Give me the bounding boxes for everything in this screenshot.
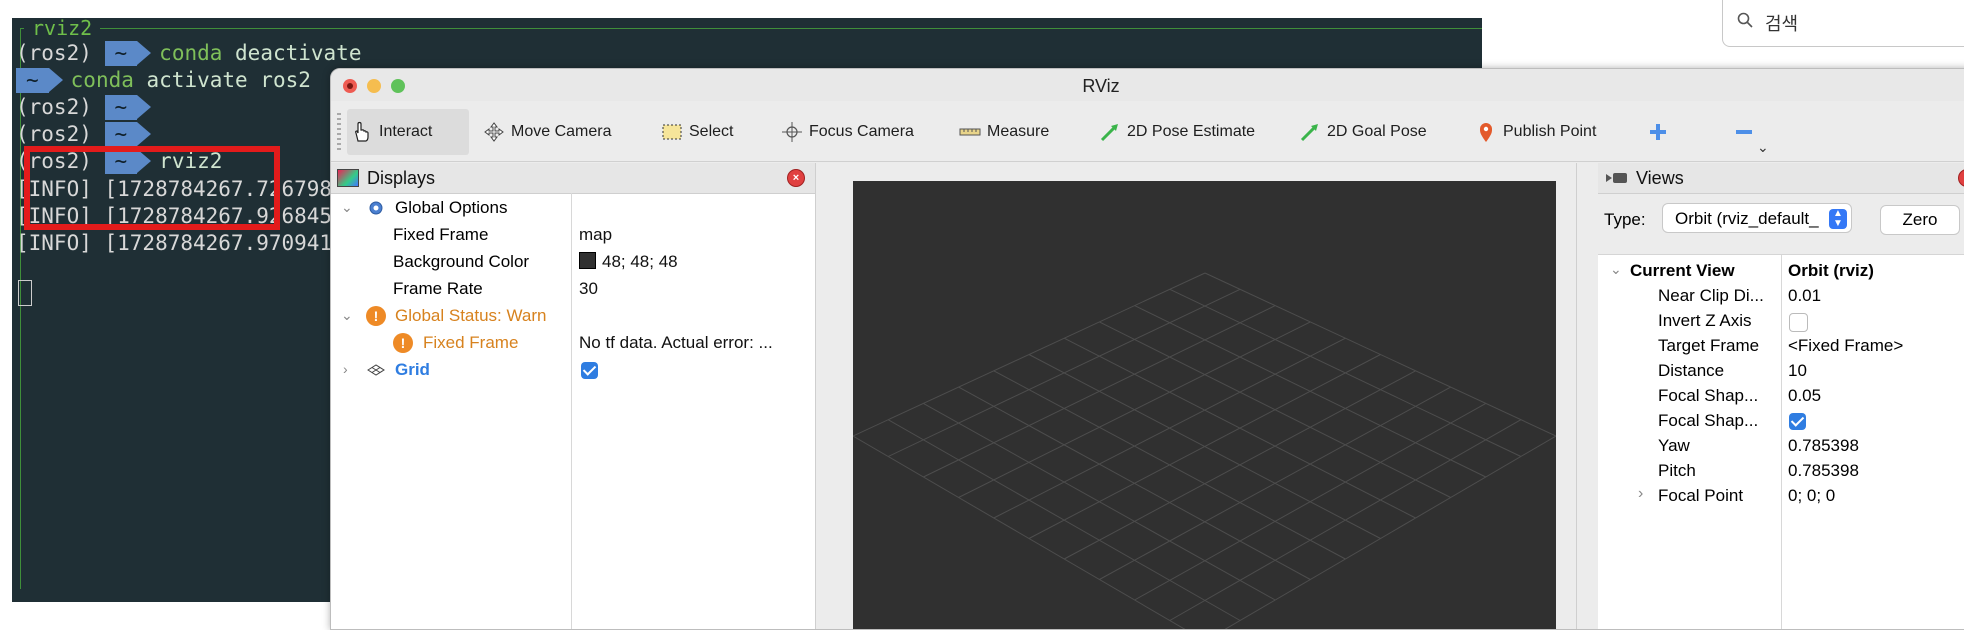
invert-z-checkbox[interactable] <box>1789 313 1808 332</box>
search-icon <box>1737 12 1753 28</box>
close-panel-button[interactable]: × <box>787 169 805 187</box>
focus-camera-icon <box>782 122 802 142</box>
views-panel-header: Views × <box>1598 163 1964 194</box>
plus-icon <box>1650 124 1666 140</box>
hand-pointer-icon <box>355 121 369 142</box>
search-input[interactable]: 검색 <box>1722 0 1964 47</box>
focal-shape-fixed-checkbox[interactable] <box>1789 413 1806 430</box>
displays-panel-header: Displays × <box>331 163 815 194</box>
view-row-property[interactable]: Pitch 0.785398 <box>1598 459 1964 483</box>
focus-camera-tool[interactable]: Focus Camera <box>781 109 914 155</box>
2d-goal-pose-tool[interactable]: 2D Goal Pose <box>1299 109 1427 155</box>
move-camera-icon <box>484 122 504 142</box>
terminal-cursor <box>18 280 32 306</box>
warning-icon: ! <box>366 306 386 326</box>
toolbar: Interact Move Camera Select Focus Camera… <box>331 101 1964 162</box>
warning-icon: ! <box>393 333 413 353</box>
panel-splitter[interactable] <box>1576 163 1599 629</box>
grid-enabled-checkbox[interactable] <box>581 362 598 379</box>
view-row-property[interactable]: Invert Z Axis <box>1598 309 1964 333</box>
rviz-window[interactable]: RViz Interact Move Camera Select Focus C… <box>330 68 1964 630</box>
tree-row-grid[interactable]: › Grid <box>331 357 815 384</box>
tree-row-global-options[interactable]: ⌄ Global Options <box>331 195 815 222</box>
title-bar[interactable]: RViz <box>331 69 1964 101</box>
terminal-line: (ros2) ~ <box>16 94 159 121</box>
tree-row-status-fixed-frame[interactable]: ! Fixed Frame No tf data. Actual error: … <box>331 330 815 357</box>
monitor-icon <box>337 169 359 187</box>
view-type-select[interactable]: Orbit (rviz_default_ ▲ ▼ <box>1662 203 1852 233</box>
close-panel-button[interactable]: × <box>1958 169 1964 187</box>
tree-row-frame-rate[interactable]: Frame Rate 30 <box>331 276 815 303</box>
map-pin-icon <box>1480 123 1492 142</box>
grid-icon <box>367 364 385 376</box>
toolbar-grip[interactable] <box>337 113 341 153</box>
remove-tool-button[interactable] <box>1733 109 1755 155</box>
tree-row-global-status[interactable]: ⌄ ! Global Status: Warn <box>331 303 815 330</box>
green-arrow-icon <box>1100 124 1118 142</box>
view-row-property[interactable]: Focal Shap... <box>1598 409 1964 433</box>
views-panel: Views × Type: Orbit (rviz_default_ ▲▼ Ze… <box>1598 163 1964 629</box>
view-row-property[interactable]: Yaw 0.785398 <box>1598 434 1964 458</box>
chevron-down-icon[interactable]: ⌄ <box>341 307 353 324</box>
terminal-title: rviz2 <box>24 18 101 40</box>
view-row-current-view[interactable]: ⌄ Current View Orbit (rviz) <box>1598 259 1964 283</box>
2d-pose-estimate-tool[interactable]: 2D Pose Estimate <box>1099 109 1255 155</box>
views-title: Views <box>1636 168 1684 188</box>
view-row-property[interactable]: › Focal Point 0; 0; 0 <box>1598 484 1964 508</box>
view-row-property[interactable]: Distance 10 <box>1598 359 1964 383</box>
views-type-bar: Type: Orbit (rviz_default_ ▲ ▼ Zero <box>1598 194 1964 255</box>
zero-button[interactable]: Zero <box>1880 205 1960 235</box>
ruler-icon <box>959 128 981 136</box>
type-label: Type: <box>1604 210 1646 229</box>
tree-row-background-color[interactable]: Background Color 48; 48; 48 <box>331 249 815 276</box>
chevron-down-icon[interactable]: ⌄ <box>1610 261 1622 278</box>
window-title: RViz <box>1082 76 1120 96</box>
prompt-dir: ~ <box>104 122 151 147</box>
color-swatch[interactable] <box>579 252 596 269</box>
view-row-property[interactable]: Near Clip Di... 0.01 <box>1598 284 1964 308</box>
green-arrow-icon <box>1300 124 1318 142</box>
terminal-line: (ros2) ~ <box>16 121 159 148</box>
view-row-property[interactable]: Target Frame <Fixed Frame> <box>1598 334 1964 358</box>
tree-row-fixed-frame[interactable]: Fixed Frame map <box>331 222 815 249</box>
terminal-info-line: [INFO] [1728784267.9709412 <box>16 231 345 255</box>
prompt-dir: ~ <box>16 68 63 93</box>
terminal-line: ~ conda activate ros2 <box>16 67 311 94</box>
interact-tool[interactable]: Interact <box>347 109 469 155</box>
prompt-dir: ~ <box>104 41 151 66</box>
chevron-right-icon[interactable]: › <box>1638 485 1643 503</box>
highlight-box <box>24 146 280 230</box>
displays-title: Displays <box>367 168 436 188</box>
publish-point-tool[interactable]: Publish Point <box>1475 109 1596 155</box>
chevron-down-icon[interactable]: ⌄ <box>341 199 353 216</box>
search-placeholder: 검색 <box>1765 14 1799 34</box>
displays-panel: Displays × ⌄ Global Options Fixed Frame … <box>331 163 815 629</box>
chevron-right-icon[interactable]: › <box>343 361 348 377</box>
add-tool-button[interactable] <box>1647 109 1669 155</box>
gear-icon <box>369 201 383 215</box>
move-camera-tool[interactable]: Move Camera <box>483 109 611 155</box>
chevron-down-icon[interactable]: ⌄ <box>1757 139 1769 156</box>
minus-icon <box>1736 130 1752 134</box>
terminal-line: (ros2) ~ conda deactivate <box>16 41 362 66</box>
camera-icon <box>1606 173 1627 183</box>
view-row-property[interactable]: Focal Shap... 0.05 <box>1598 384 1964 408</box>
prompt-dir: ~ <box>104 95 151 120</box>
select-box-icon <box>662 124 682 140</box>
select-tool[interactable]: Select <box>661 109 733 155</box>
stepper-icon: ▲ ▼ <box>1829 209 1847 229</box>
3d-render-view[interactable] <box>853 181 1556 630</box>
measure-tool[interactable]: Measure <box>959 109 1049 155</box>
